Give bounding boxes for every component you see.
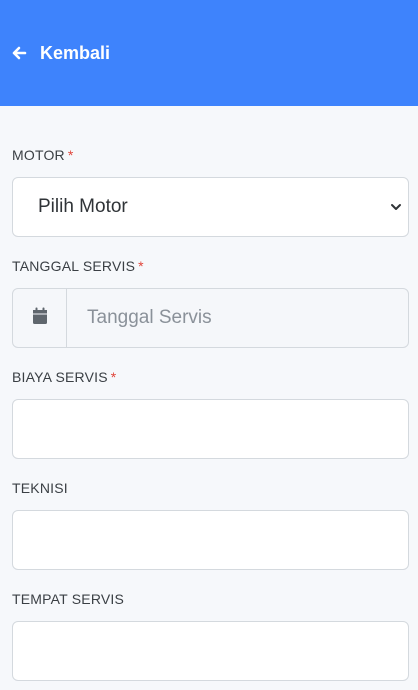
required-mark: * — [138, 258, 144, 274]
arrow-left-icon — [11, 45, 27, 61]
motor-label-text: MOTOR — [12, 147, 65, 163]
teknisi-label: TEKNISI — [12, 480, 68, 496]
tempat-servis-input[interactable] — [12, 621, 409, 681]
tanggal-servis-input[interactable]: Tanggal Servis — [12, 288, 409, 348]
back-button[interactable]: Kembali — [11, 43, 110, 64]
required-mark: * — [67, 147, 74, 163]
chevron-down-icon — [389, 200, 403, 214]
tempat-servis-label: TEMPAT SERVIS — [12, 591, 124, 607]
date-addon[interactable] — [13, 289, 67, 347]
motor-select-value: Pilih Motor — [38, 196, 128, 217]
teknisi-input[interactable] — [12, 510, 409, 570]
calendar-icon — [32, 307, 48, 330]
teknisi-label-text: TEKNISI — [12, 480, 68, 496]
required-mark: * — [110, 369, 117, 385]
motor-select[interactable]: Pilih Motor — [12, 177, 409, 237]
biaya-servis-label: BIAYA SERVIS * — [12, 369, 116, 385]
tanggal-servis-placeholder: Tanggal Servis — [87, 307, 212, 328]
tanggal-servis-label-text: TANGGAL SERVIS — [12, 258, 136, 274]
back-label: Kembali — [40, 42, 111, 63]
biaya-servis-label-text: BIAYA SERVIS — [12, 369, 108, 385]
biaya-servis-input[interactable] — [12, 399, 409, 459]
tempat-servis-label-text: TEMPAT SERVIS — [12, 591, 125, 607]
motor-label: MOTOR * — [12, 147, 74, 163]
tanggal-servis-label: TANGGAL SERVIS * — [12, 258, 144, 274]
app-header: Kembali — [0, 0, 418, 106]
